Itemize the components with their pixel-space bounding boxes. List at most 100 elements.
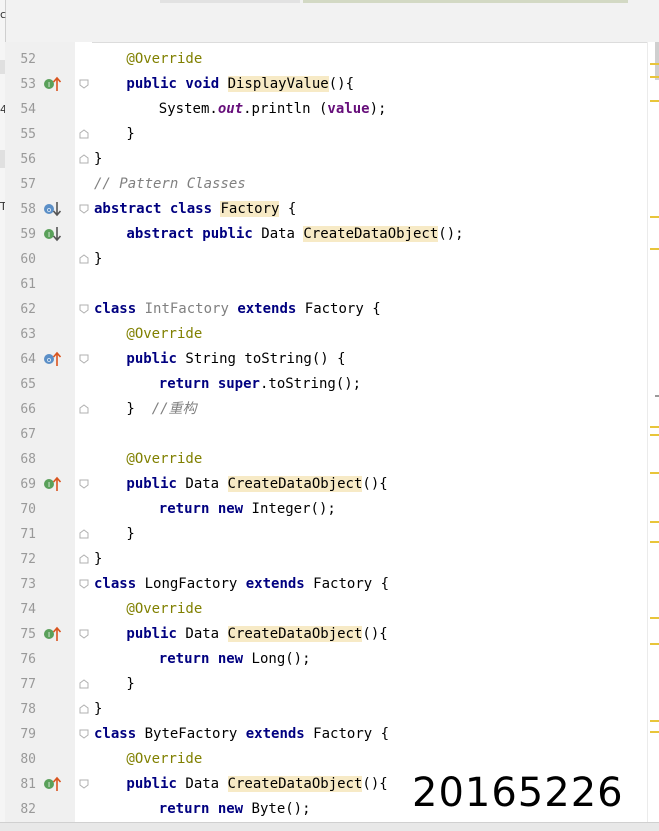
line-number[interactable]: 70 — [12, 497, 36, 522]
error-stripe-mark[interactable] — [650, 541, 659, 543]
fold-open-icon[interactable] — [79, 354, 89, 364]
code-line[interactable]: public void DisplayValue(){ — [126, 72, 354, 97]
code-line[interactable]: public Data CreateDataObject(){ — [126, 772, 388, 797]
line-number[interactable]: 68 — [12, 447, 36, 472]
code-line[interactable]: } — [94, 147, 102, 172]
gutter-marker[interactable]: I — [43, 75, 62, 93]
line-number[interactable]: 58 — [12, 197, 36, 222]
fold-open-icon[interactable] — [79, 204, 89, 214]
error-stripe-mark[interactable] — [650, 216, 659, 218]
code-line[interactable]: @Override — [126, 747, 202, 772]
code-line[interactable]: public Data CreateDataObject(){ — [126, 622, 388, 647]
gutter-marker[interactable]: I — [43, 625, 62, 643]
code-line[interactable]: return super.toString(); — [159, 372, 361, 397]
editor-scrollbar[interactable] — [647, 42, 659, 822]
code-line[interactable]: } — [126, 122, 134, 147]
error-stripe-mark[interactable] — [650, 434, 659, 436]
error-stripe-mark[interactable] — [650, 617, 659, 619]
code-editor[interactable]: @Override public void DisplayValue(){Syst… — [92, 42, 647, 830]
line-number[interactable]: 60 — [12, 247, 36, 272]
line-number[interactable]: 76 — [12, 647, 36, 672]
code-line[interactable]: abstract class Factory { — [94, 197, 296, 222]
line-number[interactable]: 55 — [12, 122, 36, 147]
line-number[interactable]: 71 — [12, 522, 36, 547]
code-line[interactable]: @Override — [126, 322, 202, 347]
fold-close-icon[interactable] — [79, 554, 89, 564]
line-number[interactable]: 74 — [12, 597, 36, 622]
fold-close-icon[interactable] — [79, 154, 89, 164]
line-number[interactable]: 66 — [12, 397, 36, 422]
arrow-down-icon[interactable] — [43, 200, 62, 222]
error-stripe-mark[interactable] — [650, 720, 659, 722]
line-number[interactable]: 61 — [12, 272, 36, 297]
code-line[interactable]: @Override — [126, 447, 202, 472]
fold-close-icon[interactable] — [79, 129, 89, 139]
fold-open-icon[interactable] — [79, 779, 89, 789]
line-number[interactable]: 79 — [12, 722, 36, 747]
line-number[interactable]: 81 — [12, 772, 36, 797]
code-line[interactable]: } — [94, 247, 102, 272]
arrow-up-icon[interactable] — [43, 75, 62, 97]
line-number[interactable]: 72 — [12, 547, 36, 572]
gutter-marker[interactable]: o — [43, 350, 62, 368]
gutter-marker[interactable]: I — [43, 225, 62, 243]
code-line[interactable]: public Data CreateDataObject(){ — [126, 472, 388, 497]
code-line[interactable]: @Override — [126, 597, 202, 622]
error-stripe-mark[interactable] — [650, 426, 659, 428]
code-line[interactable]: // Pattern Classes — [94, 172, 246, 197]
fold-open-icon[interactable] — [79, 579, 89, 589]
editor-tab-active[interactable] — [303, 0, 628, 3]
code-line[interactable]: } — [126, 672, 134, 697]
code-line[interactable]: return new Long(); — [159, 647, 311, 672]
line-number[interactable]: 73 — [12, 572, 36, 597]
line-number[interactable]: 54 — [12, 97, 36, 122]
fold-close-icon[interactable] — [79, 679, 89, 689]
line-number[interactable]: 52 — [12, 47, 36, 72]
gutter-marker[interactable]: I — [43, 475, 62, 493]
code-line[interactable]: return new Byte(); — [159, 797, 311, 822]
error-stripe-mark[interactable] — [650, 100, 659, 102]
fold-open-icon[interactable] — [79, 79, 89, 89]
fold-close-icon[interactable] — [79, 529, 89, 539]
editor-tab[interactable] — [160, 0, 300, 3]
line-number[interactable]: 64 — [12, 347, 36, 372]
line-number[interactable]: 69 — [12, 472, 36, 497]
fold-open-icon[interactable] — [79, 629, 89, 639]
line-number[interactable]: 80 — [12, 747, 36, 772]
arrow-up-icon[interactable] — [43, 475, 62, 497]
fold-open-icon[interactable] — [79, 304, 89, 314]
line-number[interactable]: 78 — [12, 697, 36, 722]
error-stripe-mark[interactable] — [650, 731, 659, 733]
line-number[interactable]: 75 — [12, 622, 36, 647]
fold-open-icon[interactable] — [79, 479, 89, 489]
line-number[interactable]: 53 — [12, 72, 36, 97]
code-line[interactable]: return new Integer(); — [159, 497, 336, 522]
line-number[interactable]: 82 — [12, 797, 36, 822]
error-stripe-mark[interactable] — [650, 472, 659, 474]
line-number[interactable]: 56 — [12, 147, 36, 172]
line-number[interactable]: 67 — [12, 422, 36, 447]
code-line[interactable]: } — [126, 522, 134, 547]
code-line[interactable]: System.out.println (value); — [159, 97, 387, 122]
gutter-marker[interactable]: o — [43, 200, 62, 218]
fold-close-icon[interactable] — [79, 704, 89, 714]
arrow-up-icon[interactable] — [43, 775, 62, 797]
code-line[interactable]: @Override — [126, 47, 202, 72]
error-stripe-mark[interactable] — [650, 643, 659, 645]
code-line[interactable]: class LongFactory extends Factory { — [94, 572, 389, 597]
code-line[interactable]: } //重构 — [126, 397, 196, 422]
line-number[interactable]: 65 — [12, 372, 36, 397]
error-stripe-mark[interactable] — [650, 63, 659, 65]
code-line[interactable]: class IntFactory extends Factory { — [94, 297, 381, 322]
fold-close-icon[interactable] — [79, 404, 89, 414]
gutter-marker[interactable]: I — [43, 775, 62, 793]
code-line[interactable]: public String toString() { — [126, 347, 345, 372]
error-stripe-mark[interactable] — [650, 521, 659, 523]
code-line[interactable]: class ByteFactory extends Factory { — [94, 722, 389, 747]
line-number[interactable]: 63 — [12, 322, 36, 347]
arrow-down-icon[interactable] — [43, 225, 62, 247]
line-number[interactable]: 62 — [12, 297, 36, 322]
arrow-up-icon[interactable] — [43, 625, 62, 647]
line-number[interactable]: 59 — [12, 222, 36, 247]
error-stripe-mark[interactable] — [650, 248, 659, 250]
